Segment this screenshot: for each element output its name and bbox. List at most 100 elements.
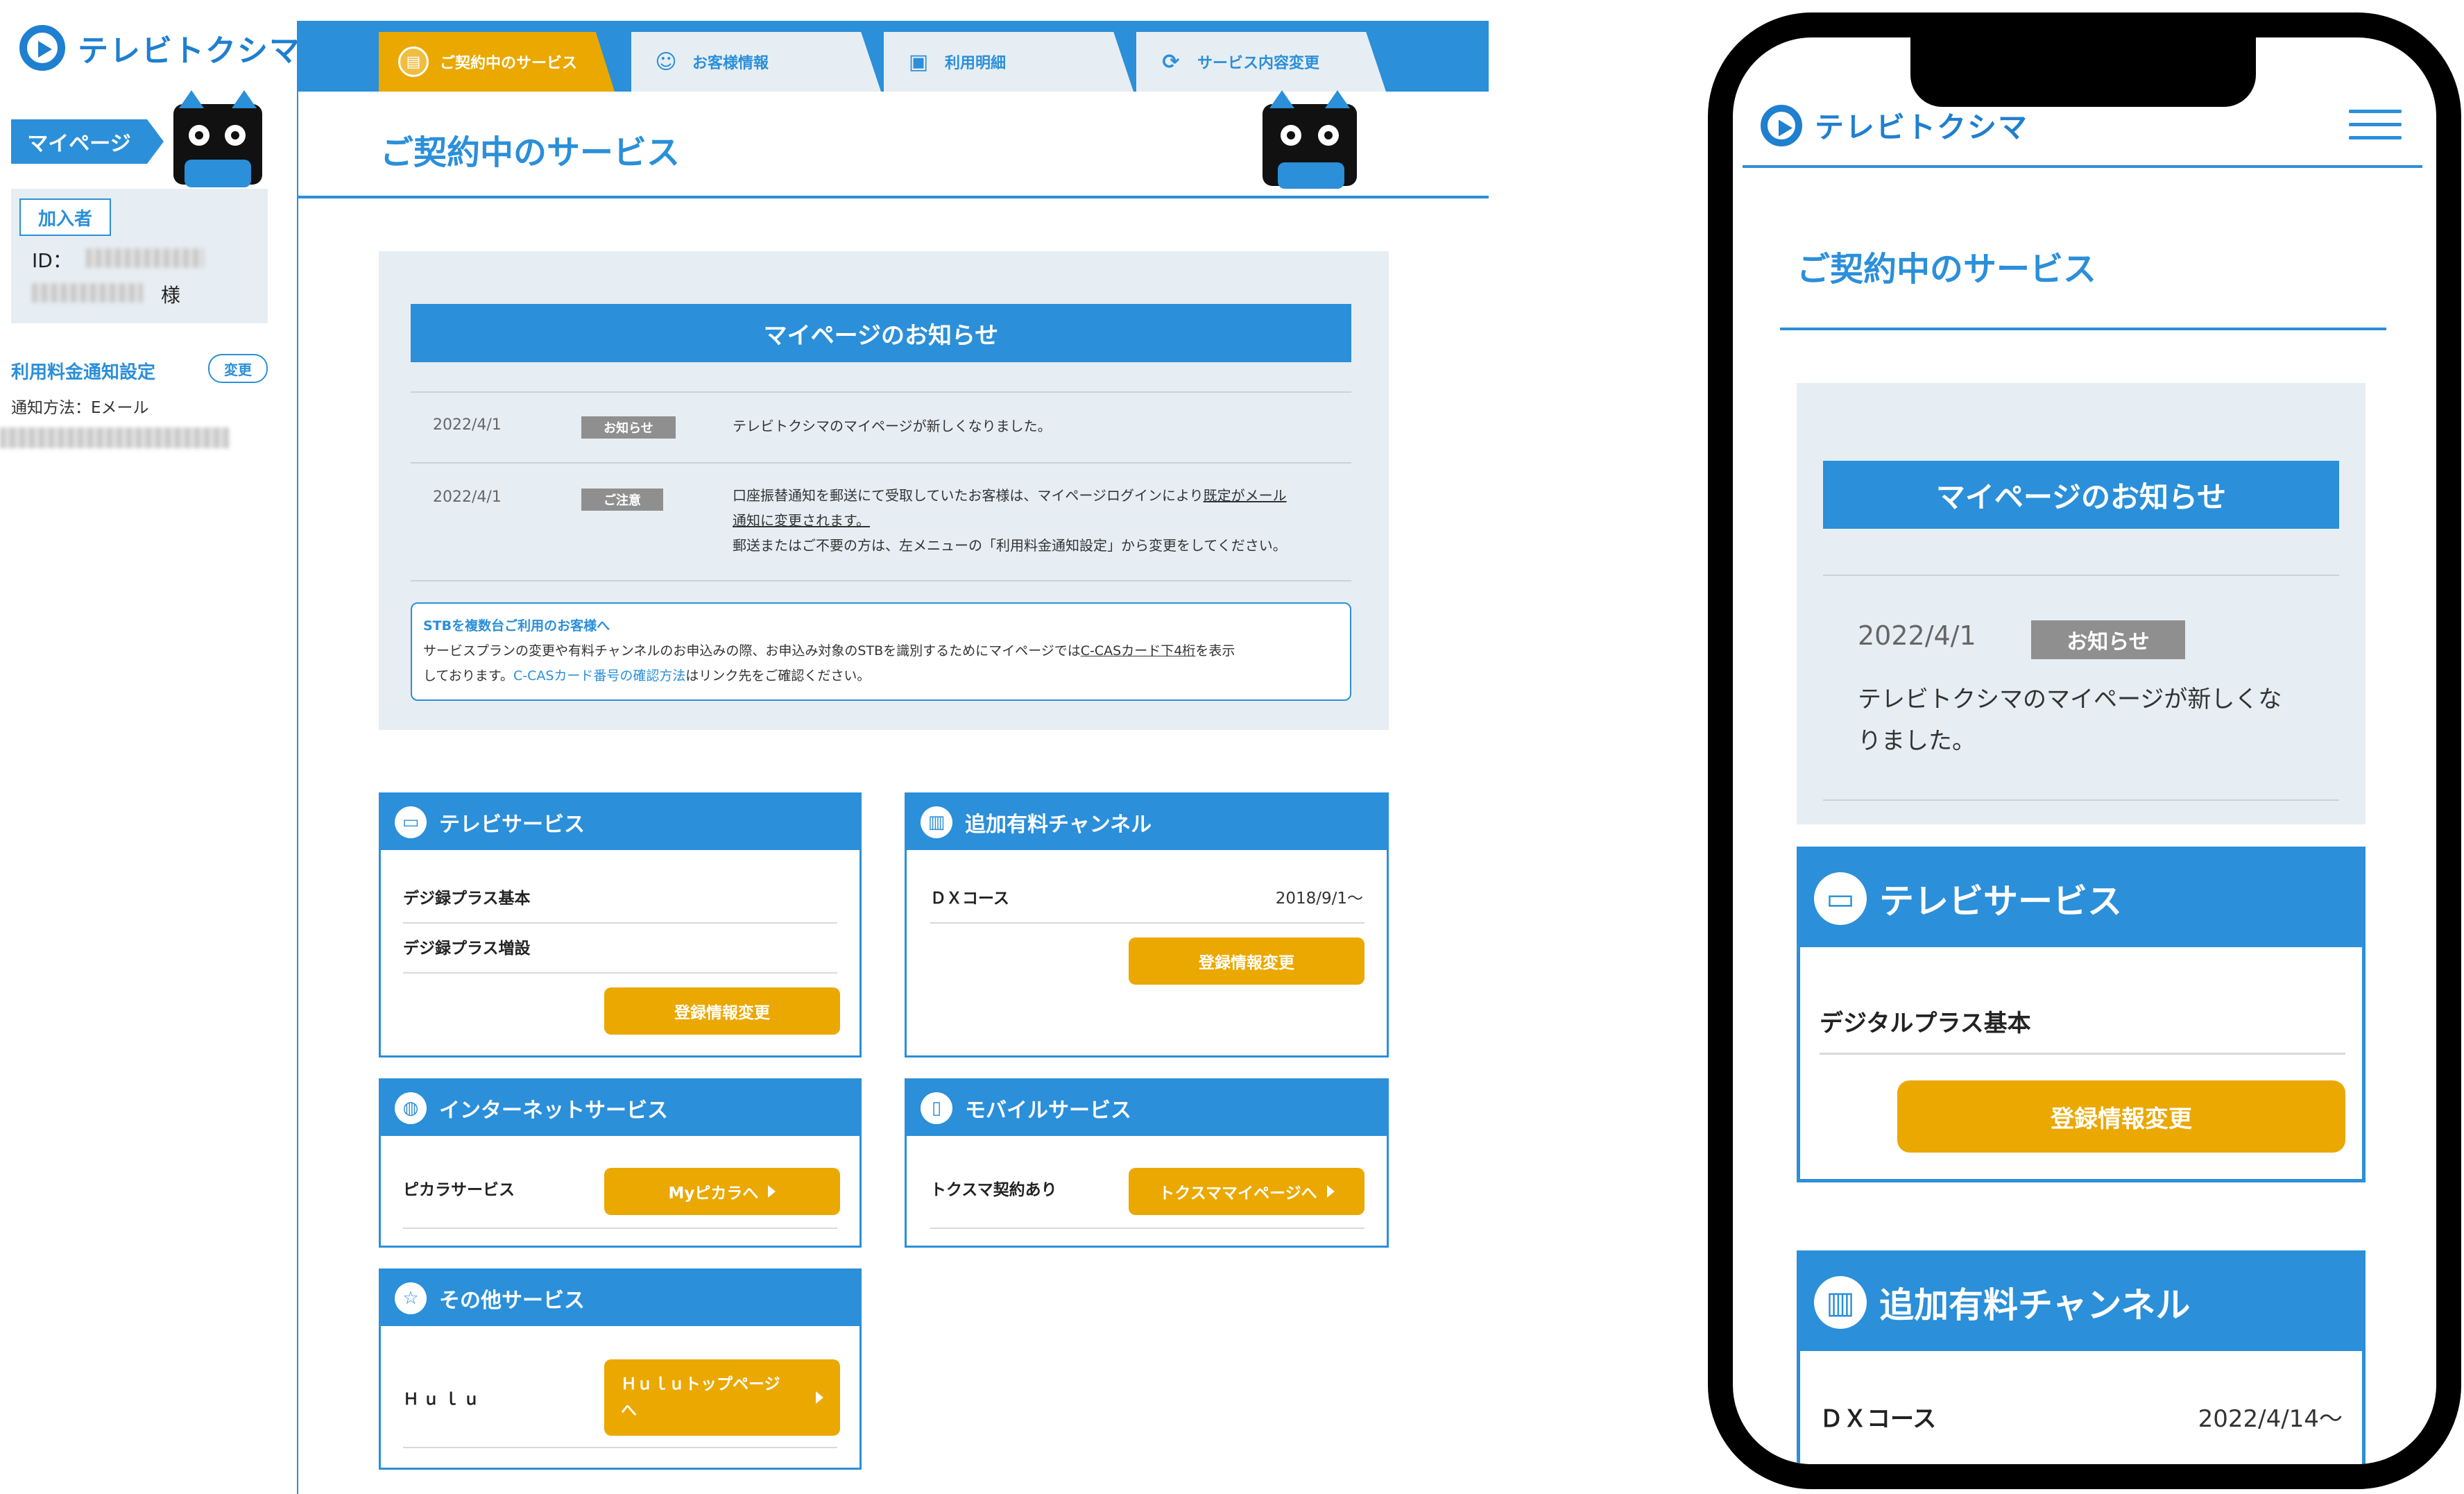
divider xyxy=(411,462,1351,464)
divider xyxy=(403,922,837,924)
title-underline xyxy=(298,196,1489,198)
mobile-icon: ▯ xyxy=(921,1092,952,1124)
document-icon: ▤ xyxy=(398,46,429,77)
ccas-check-link[interactable]: C-CASカード番号の確認方法 xyxy=(513,668,685,684)
book-icon: ▥ xyxy=(1814,1276,1867,1329)
brand-logo[interactable]: テレビトクシマ xyxy=(19,25,301,71)
logo-mark-icon xyxy=(1761,104,1802,146)
sidebar-divider xyxy=(297,21,298,1494)
notice-text-warning: 口座振替通知を郵送にて受取していたお客様は、マイページログインにより既定がメール… xyxy=(733,487,1287,554)
service-row: ＤＸコース xyxy=(930,890,1009,908)
divider xyxy=(930,922,1364,924)
notice-title: マイページのお知らせ xyxy=(411,304,1351,362)
tab-usage-statement[interactable]: ▣ 利用明細 xyxy=(884,32,1133,92)
start-date: 2022/4/14〜 xyxy=(2198,1405,2343,1433)
phone-notice-title: マイページのお知らせ xyxy=(1823,461,2339,529)
billing-notify-title: 利用料金通知設定 xyxy=(11,362,156,383)
phone-brand-logo[interactable]: テレビトクシマ xyxy=(1761,104,2028,146)
tv-edit-button[interactable]: 登録情報変更 xyxy=(604,987,840,1035)
tokusuma-mypage-button[interactable]: トクスママイページへ xyxy=(1129,1168,1364,1215)
tv-icon: ▭ xyxy=(1814,872,1867,925)
notify-change-button[interactable]: 変更 xyxy=(208,354,268,383)
arrow-right-icon xyxy=(768,1185,776,1198)
my-pikara-button[interactable]: Myピカラへ xyxy=(604,1168,840,1215)
header-line xyxy=(1743,165,2422,168)
service-row: デジ録プラス増設 xyxy=(403,940,531,958)
card-mobile-service: ▯ モバイルサービス トクスマ契約あり トクスママイページへ xyxy=(905,1078,1389,1248)
phone-card-paid-channel: ▥ 追加有料チャンネル ＤＸコース 2022/4/14〜 xyxy=(1797,1250,2365,1464)
service-row: デジタルプラス基本 xyxy=(1820,1010,2031,1037)
brand-name: テレビトクシマ xyxy=(78,33,301,69)
paid-edit-button[interactable]: 登録情報変更 xyxy=(1129,937,1364,985)
tab-customer-info[interactable]: ☺ お客様情報 xyxy=(631,32,881,92)
user-icon: ☺ xyxy=(655,49,677,74)
service-row: ＤＸコース xyxy=(1820,1405,1937,1433)
hulu-top-button[interactable]: Ｈｕｌｕトップページへ xyxy=(604,1359,840,1436)
arrow-right-icon xyxy=(816,1391,823,1404)
refresh-icon: ⟳ xyxy=(1162,49,1180,74)
stb-title: STBを複数台ご利用のお客様へ xyxy=(423,618,610,634)
notice-text: テレビトクシマのマイページが新しくなりました。 xyxy=(1858,686,2282,755)
title-underline xyxy=(1780,328,2386,330)
member-name-redacted xyxy=(32,283,143,303)
card-header: ◍ インターネットサービス xyxy=(381,1080,859,1136)
start-date: 2018/9/1〜 xyxy=(1275,890,1363,908)
notice-badge: ご注意 xyxy=(581,489,663,511)
hamburger-menu-icon[interactable] xyxy=(2349,110,2402,149)
phone-tv-edit-button[interactable]: 登録情報変更 xyxy=(1897,1080,2345,1153)
divider xyxy=(411,391,1351,393)
phone-page-title: ご契約中のサービス xyxy=(1797,250,2097,289)
receipt-icon: ▣ xyxy=(908,49,929,74)
mypage-nav[interactable]: マイページ xyxy=(11,119,164,164)
notice-date: 2022/4/1 xyxy=(433,416,502,434)
notice-badge: お知らせ xyxy=(2031,620,2185,659)
card-header: ▥ 追加有料チャンネル xyxy=(1800,1254,2362,1351)
notice-date: 2022/4/1 xyxy=(433,489,502,506)
stb-notice-box: STBを複数台ご利用のお客様へ サービスプランの変更や有料チャンネルのお申込みの… xyxy=(411,602,1351,701)
divider xyxy=(403,1228,837,1229)
divider xyxy=(1820,1053,2345,1055)
divider xyxy=(411,580,1351,582)
tv-icon: ▭ xyxy=(395,806,427,838)
logo-mark-icon xyxy=(19,25,65,71)
notice-text: テレビトクシマのマイページが新しくなりました。 xyxy=(733,418,1052,434)
phone-notice-panel: マイページのお知らせ 2022/4/1 お知らせ テレビトクシマのマイページが新… xyxy=(1797,383,2365,824)
mascot-image-main xyxy=(1263,90,1357,189)
service-row: デジ録プラス基本 xyxy=(403,890,531,908)
tab-service-change[interactable]: ⟳ サービス内容変更 xyxy=(1136,32,1386,92)
default-mail-link[interactable]: 既定がメール xyxy=(1204,487,1287,504)
service-row: ピカラサービス xyxy=(403,1181,515,1199)
divider xyxy=(1823,799,2339,801)
card-header: ▥ 追加有料チャンネル xyxy=(907,795,1387,850)
card-internet-service: ◍ インターネットサービス ピカラサービス Myピカラへ xyxy=(379,1078,862,1248)
card-tv-service: ▭ テレビサービス デジ録プラス基本 デジ録プラス増設 登録情報変更 xyxy=(379,792,862,1058)
id-label: ID： xyxy=(32,249,72,272)
honorific: 様 xyxy=(161,284,181,307)
notice-badge: お知らせ xyxy=(581,416,676,439)
service-row: Ｈｕｌｕ xyxy=(403,1391,484,1409)
card-header: ▭ テレビサービス xyxy=(381,795,859,850)
member-tag: 加入者 xyxy=(19,198,111,236)
book-icon: ▥ xyxy=(921,806,952,838)
notice-date: 2022/4/1 xyxy=(1858,620,1976,651)
divider xyxy=(403,972,837,974)
divider xyxy=(1823,575,2339,576)
mascot-image xyxy=(173,90,262,187)
member-id-redacted xyxy=(86,248,204,268)
member-info-panel: 加入者 ID： 様 xyxy=(11,189,268,323)
page-title: ご契約中のサービス xyxy=(380,133,681,172)
card-header: ☆ その他サービス xyxy=(381,1271,859,1326)
service-row: トクスマ契約あり xyxy=(930,1181,1057,1199)
tab-contracted-services[interactable]: ▤ ご契約中のサービス xyxy=(379,32,615,92)
notice-change-link[interactable]: 通知に変更されます。 xyxy=(733,512,870,529)
card-other-service: ☆ その他サービス Ｈｕｌｕ Ｈｕｌｕトップページへ xyxy=(379,1268,862,1470)
ccas-last4-link[interactable]: C-CASカード下4桁 xyxy=(1081,643,1196,659)
notify-method: 通知方法：Eメール xyxy=(11,399,149,417)
email-redacted xyxy=(0,427,229,448)
card-header: ▯ モバイルサービス xyxy=(907,1080,1387,1136)
phone-screen: テレビトクシマ ご契約中のサービス マイページのお知らせ 2022/4/1 お知… xyxy=(1733,37,2436,1464)
globe-icon: ◍ xyxy=(395,1092,427,1124)
arrow-right-icon xyxy=(1326,1185,1335,1198)
divider xyxy=(403,1447,837,1448)
divider xyxy=(930,1228,1364,1229)
